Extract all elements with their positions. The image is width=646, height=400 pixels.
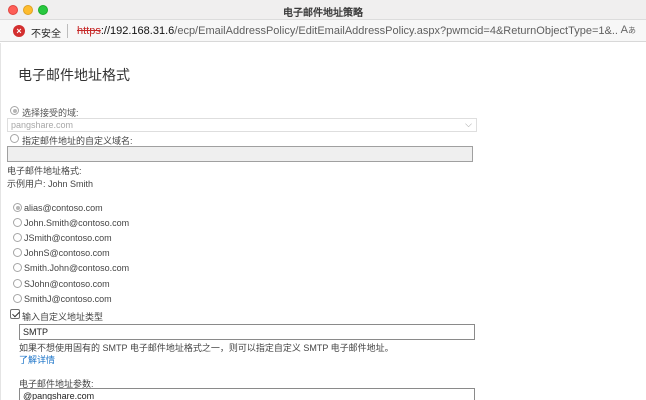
format-option-last-dot-first: Smith.John@contoso.com [24, 263, 130, 273]
format-radio-last-dot-first[interactable] [13, 263, 22, 272]
format-radio-last-initial[interactable] [13, 294, 22, 303]
format-option-initial-first: SJohn@contoso.com [24, 279, 110, 289]
url-host: ://192.168.31.6 [100, 25, 175, 37]
format-option-initial-last: JSmith@contoso.com [24, 233, 112, 243]
format-radio-alias[interactable] [13, 203, 22, 212]
custom-type-checkbox[interactable] [10, 309, 20, 319]
format-option-last-initial: SmithJ@contoso.com [24, 294, 112, 304]
chevron-down-icon: ⌵ [465, 119, 472, 129]
window-title: 电子邮件地址策略 [283, 8, 363, 19]
custom-domain-input[interactable] [7, 146, 473, 162]
page-content: 电子邮件地址格式 选择接受的域: pangshare.com ⌵ 指定邮件地址的… [0, 43, 646, 400]
format-option-first-initial: JohnS@contoso.com [24, 248, 110, 258]
url-separator [67, 24, 68, 38]
format-radio-initial-first[interactable] [13, 279, 22, 288]
accepted-domain-select[interactable]: pangshare.com ⌵ [7, 118, 477, 132]
url-path: /ecp/EmailAddressPolicy/EditEmailAddress… [174, 25, 617, 37]
format-option-alias: alias@contoso.com [24, 203, 103, 213]
address-bar[interactable]: × 不安全 https://192.168.31.6/ecp/EmailAddr… [0, 20, 646, 42]
format-label: 电子邮件地址格式: [7, 166, 82, 176]
example-user: 示例用户: John Smith [7, 179, 94, 189]
security-status[interactable]: 不安全 [31, 25, 61, 40]
window-titlebar: 电子邮件地址策略 [0, 0, 646, 20]
page-title: 电子邮件地址格式 [18, 67, 130, 83]
params-input[interactable]: @pangshare.com [19, 388, 475, 400]
translate-icon[interactable]: Aあ [621, 24, 636, 36]
help-text: 如果不想使用固有的 SMTP 电子邮件地址格式之一，则可以指定自定义 SMTP … [19, 343, 394, 353]
url-protocol: https [77, 25, 101, 37]
format-option-first-dot-last: John.Smith@contoso.com [24, 218, 130, 228]
accepted-domain-value: pangshare.com [11, 120, 74, 130]
url-text[interactable]: https://192.168.31.6/ecp/EmailAddressPol… [77, 25, 617, 37]
custom-domain-radio[interactable] [10, 134, 19, 143]
format-radio-initial-last[interactable] [13, 233, 22, 242]
format-radio-first-dot-last[interactable] [13, 218, 22, 227]
not-secure-icon[interactable]: × [13, 25, 25, 37]
learn-more-link[interactable]: 了解详情 [19, 353, 55, 366]
format-radio-first-initial[interactable] [13, 248, 22, 257]
custom-type-label: 输入自定义地址类型 [22, 312, 104, 322]
custom-type-input[interactable]: SMTP [19, 324, 475, 340]
accepted-domain-radio[interactable] [10, 106, 19, 115]
